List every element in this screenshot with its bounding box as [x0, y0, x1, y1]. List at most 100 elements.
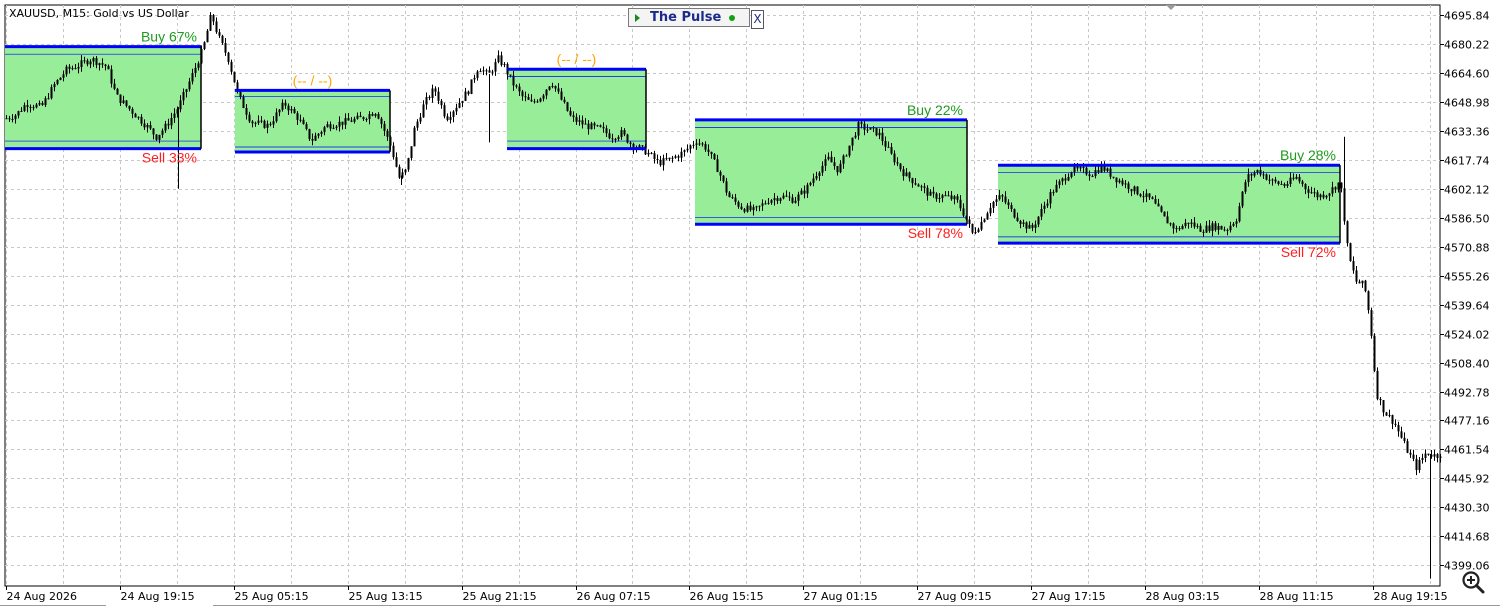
candle-body — [1040, 209, 1043, 217]
candle-body — [494, 61, 497, 72]
candle-body — [908, 172, 911, 179]
candle-body — [299, 119, 302, 121]
candle-body — [596, 125, 599, 127]
candle-body — [1112, 176, 1115, 178]
candle-body — [1373, 335, 1376, 371]
candle-body — [1187, 222, 1190, 224]
candle-body — [476, 71, 479, 78]
candle-body — [740, 206, 743, 210]
candle-body — [398, 166, 401, 178]
candle-body — [32, 107, 35, 109]
candle-body — [779, 198, 782, 201]
candle-body — [1232, 223, 1235, 226]
candle-body — [743, 209, 746, 212]
candle-body — [1418, 460, 1421, 471]
candle-body — [1193, 222, 1196, 227]
candle-body — [149, 124, 152, 129]
candle-body — [671, 157, 674, 159]
candle-body — [1163, 211, 1166, 217]
candle-body — [758, 205, 761, 207]
candle-body — [488, 70, 491, 73]
candle-body — [35, 104, 38, 108]
candle-body — [851, 137, 854, 146]
candle-body — [1328, 193, 1331, 196]
candle-body — [800, 190, 803, 195]
candle-body — [359, 115, 362, 118]
candle-body — [896, 162, 899, 164]
candle-body — [377, 113, 380, 119]
expand-arrow-icon[interactable] — [635, 13, 640, 22]
candle-body — [1184, 222, 1187, 226]
candle-body — [1424, 453, 1427, 459]
bottom-tab-right[interactable] — [213, 605, 1500, 611]
candle-body — [731, 197, 734, 199]
candle-body — [1166, 216, 1169, 224]
candle-body — [95, 58, 98, 65]
candle-body — [86, 60, 89, 65]
candle-body — [1019, 221, 1022, 224]
candle-body — [536, 101, 539, 103]
candle-body — [110, 69, 113, 84]
candle-body — [29, 106, 32, 108]
candle-body — [1139, 194, 1142, 197]
candle-body — [521, 91, 524, 97]
candle-body — [104, 64, 107, 66]
candle-body — [893, 153, 896, 163]
candle-body — [776, 198, 779, 201]
candle-body — [128, 105, 131, 109]
candle-body — [938, 197, 941, 199]
candle-body — [134, 113, 137, 118]
candle-body — [473, 77, 476, 80]
candle-body — [1316, 192, 1319, 198]
candle-body — [686, 148, 689, 151]
candle-body — [1214, 223, 1217, 230]
candle-body — [1007, 202, 1010, 206]
pulse-panel[interactable]: The Pulse — [628, 8, 750, 27]
candle-body — [500, 55, 503, 65]
candle-body — [665, 158, 668, 160]
candle-body — [1154, 198, 1157, 204]
candle-body — [1310, 192, 1313, 194]
candle-body — [269, 123, 272, 125]
candle-body — [77, 66, 80, 69]
candle-body — [125, 100, 128, 106]
candle-body — [866, 129, 869, 131]
x-tick-label: 28 Aug 19:15 — [1374, 590, 1448, 603]
y-tick-label: 4555.26 — [1444, 271, 1490, 284]
candle-body — [371, 114, 374, 116]
x-tick-label: 26 Aug 07:15 — [577, 590, 651, 603]
candle-body — [821, 165, 824, 173]
candle-body — [1079, 167, 1082, 169]
candle-body — [887, 146, 890, 148]
zone-top-label: (-- / --) — [293, 72, 333, 88]
candle-body — [566, 102, 569, 111]
candle-body — [53, 84, 56, 88]
bottom-tab-left[interactable] — [0, 605, 106, 611]
candle-body — [848, 145, 851, 156]
candle-body — [89, 61, 92, 65]
zoom-in-icon[interactable] — [1460, 569, 1486, 595]
price-chart[interactable]: Buy 67% Sell 33% (-- / --) (-- / --) Buy 22%… — [0, 0, 1500, 610]
candle-body — [857, 122, 860, 136]
candle-body — [1094, 170, 1097, 177]
candle-body — [917, 184, 920, 187]
candle-body — [701, 143, 704, 145]
candle-body — [824, 159, 827, 166]
candle-body — [1130, 189, 1133, 192]
candle-body — [47, 98, 50, 100]
candle-body — [614, 138, 617, 140]
candle-body — [839, 163, 842, 173]
candle-body — [179, 100, 182, 110]
y-tick-label: 4648.98 — [1444, 97, 1490, 110]
candle-body — [353, 118, 356, 122]
candle-body — [830, 156, 833, 163]
candle-body — [1013, 209, 1016, 218]
candle-body — [911, 178, 914, 184]
candle-body — [1145, 193, 1148, 197]
candle-body — [1046, 203, 1049, 206]
candle-body — [1070, 172, 1073, 177]
candle-body — [980, 222, 983, 230]
close-button[interactable]: X — [751, 10, 764, 29]
y-tick-label: 4477.16 — [1444, 415, 1490, 428]
candle-body — [227, 52, 230, 62]
